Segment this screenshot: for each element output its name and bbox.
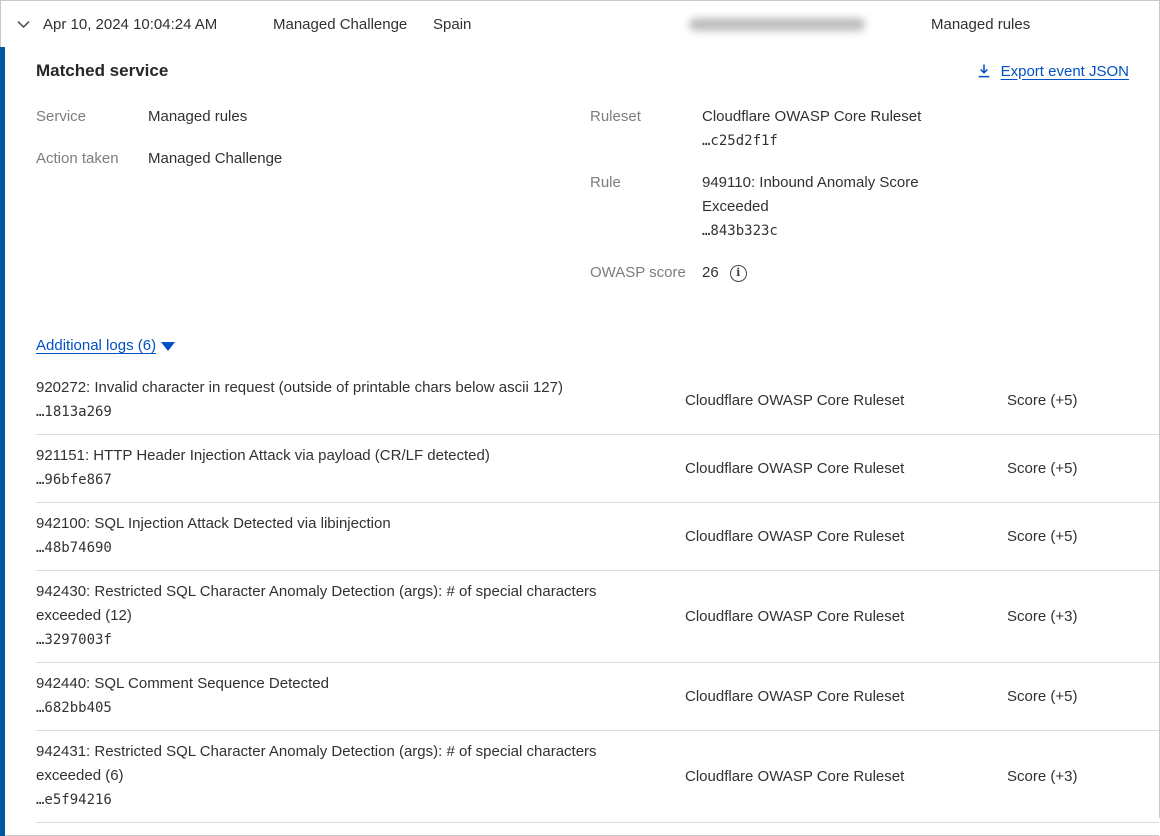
info-icon[interactable]: i (730, 265, 747, 282)
page-title: Matched service (36, 61, 168, 81)
field-rule-value: 949110: Inbound Anomaly Score Exceeded …… (702, 171, 952, 243)
log-ruleset: Cloudflare OWASP Core Ruleset (685, 608, 1007, 625)
log-rule-id: …1813a269 (36, 400, 629, 424)
redacted-blur (689, 18, 865, 31)
event-detail-panel: Matched service Export event JSON Servic… (0, 47, 1159, 836)
log-description: 942440: SQL Comment Sequence Detected (36, 672, 629, 696)
redacted-field (689, 18, 865, 31)
event-service: Managed rules (931, 16, 1159, 33)
caret-down-icon (161, 342, 175, 351)
export-link-label: Export event JSON (1001, 63, 1129, 80)
ruleset-id: …c25d2f1f (702, 129, 921, 153)
log-description: 942100: SQL Injection Attack Detected vi… (36, 512, 629, 536)
field-owasp-score: OWASP score 26 i (590, 261, 1159, 285)
log-description: 920272: Invalid character in request (ou… (36, 376, 629, 400)
log-ruleset: Cloudflare OWASP Core Ruleset (685, 768, 1007, 785)
event-summary-row[interactable]: Apr 10, 2024 10:04:24 AM Managed Challen… (0, 1, 1159, 47)
log-ruleset: Cloudflare OWASP Core Ruleset (685, 528, 1007, 545)
event-action: Managed Challenge (273, 16, 433, 33)
field-ruleset-label: Ruleset (590, 105, 702, 153)
log-row: 942440: SQL Comment Sequence Detected …6… (36, 663, 1159, 731)
owasp-score-value: 26 (702, 261, 719, 285)
ruleset-name: Cloudflare OWASP Core Ruleset (702, 108, 921, 125)
field-service-label: Service (36, 105, 148, 129)
download-icon (976, 63, 992, 79)
log-description: 942431: Restricted SQL Character Anomaly… (36, 740, 629, 788)
log-rule-id: …48b74690 (36, 536, 629, 560)
log-score: Score (+5) (1007, 688, 1159, 705)
field-action-taken: Action taken Managed Challenge (36, 147, 590, 171)
log-description: 942430: Restricted SQL Character Anomaly… (36, 580, 629, 628)
additional-logs-toggle[interactable]: Additional logs (6) (36, 337, 175, 354)
log-score: Score (+5) (1007, 392, 1159, 409)
rule-name: 949110: Inbound Anomaly Score Exceeded (702, 174, 919, 215)
log-score: Score (+3) (1007, 768, 1159, 785)
log-rule-id: …e5f94216 (36, 788, 629, 812)
field-service: Service Managed rules (36, 105, 590, 129)
field-ruleset-value: Cloudflare OWASP Core Ruleset …c25d2f1f (702, 105, 921, 153)
field-rule-label: Rule (590, 171, 702, 243)
log-row: 942430: Restricted SQL Character Anomaly… (36, 571, 1159, 663)
field-service-value: Managed rules (148, 105, 247, 129)
field-rule: Rule 949110: Inbound Anomaly Score Excee… (590, 171, 1159, 243)
log-score: Score (+3) (1007, 608, 1159, 625)
event-detail-frame: Apr 10, 2024 10:04:24 AM Managed Challen… (0, 0, 1160, 818)
log-row: 921151: HTTP Header Injection Attack via… (36, 435, 1159, 503)
field-action-taken-value: Managed Challenge (148, 147, 282, 171)
log-row: 942431: Restricted SQL Character Anomaly… (36, 731, 1159, 823)
event-timestamp: Apr 10, 2024 10:04:24 AM (43, 16, 273, 33)
rule-id: …843b323c (702, 219, 952, 243)
field-owasp-score-label: OWASP score (590, 261, 702, 285)
log-rule-id: …682bb405 (36, 696, 629, 720)
event-country: Spain (433, 16, 689, 33)
field-ruleset: Ruleset Cloudflare OWASP Core Ruleset …c… (590, 105, 1159, 153)
log-row: 942100: SQL Injection Attack Detected vi… (36, 503, 1159, 571)
log-score: Score (+5) (1007, 528, 1159, 545)
log-rule-id: …3297003f (36, 628, 629, 652)
export-event-json-link[interactable]: Export event JSON (976, 63, 1129, 80)
log-ruleset: Cloudflare OWASP Core Ruleset (685, 392, 1007, 409)
additional-logs-label: Additional logs (6) (36, 337, 156, 354)
chevron-down-icon[interactable] (15, 16, 43, 33)
log-rule-id: …96bfe867 (36, 468, 629, 492)
log-ruleset: Cloudflare OWASP Core Ruleset (685, 460, 1007, 477)
log-row: 920272: Invalid character in request (ou… (36, 367, 1159, 435)
field-action-taken-label: Action taken (36, 147, 148, 171)
log-ruleset: Cloudflare OWASP Core Ruleset (685, 688, 1007, 705)
log-description: 921151: HTTP Header Injection Attack via… (36, 444, 629, 468)
additional-logs-list: 920272: Invalid character in request (ou… (36, 367, 1159, 823)
log-score: Score (+5) (1007, 460, 1159, 477)
